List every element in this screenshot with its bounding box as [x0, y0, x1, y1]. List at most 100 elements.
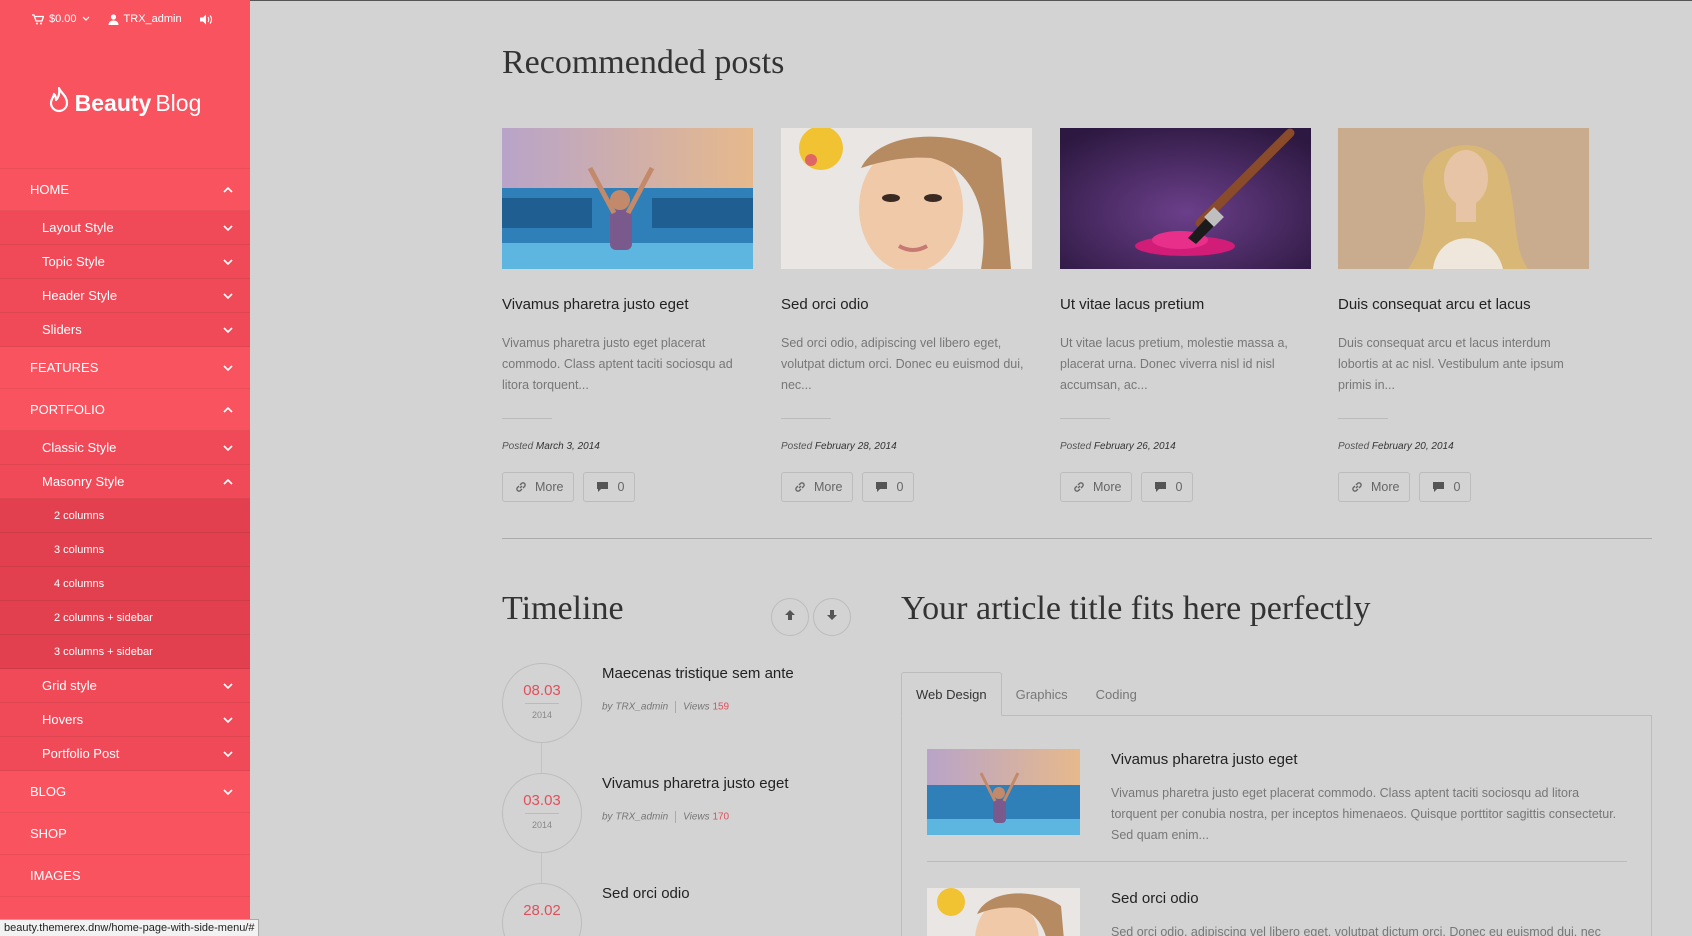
submenu-item-3-columns[interactable]: 3 columns: [0, 533, 250, 567]
cart-link[interactable]: $0.00: [32, 13, 90, 25]
site-logo[interactable]: Beauty Blog: [0, 38, 250, 168]
post-date[interactable]: February 26, 2014: [1094, 441, 1176, 452]
submenu-item-header-style[interactable]: Header Style: [0, 279, 250, 313]
post-buttons: More 0: [502, 472, 753, 502]
link-icon: [1073, 481, 1085, 493]
menu-item-features[interactable]: FEATURES: [0, 347, 250, 389]
post-title[interactable]: Duis consequat arcu et lacus: [1338, 296, 1589, 313]
chevron-down-icon: [222, 442, 234, 454]
timeline-meta: by TRX_admin Views 170: [602, 811, 729, 823]
post-title[interactable]: Sed orci odio: [781, 296, 1032, 313]
post-separator: [1338, 418, 1388, 419]
menu-label: SHOP: [30, 826, 67, 841]
chevron-down-icon: [222, 748, 234, 760]
menu-item-portfolio[interactable]: PORTFOLIO: [0, 389, 250, 431]
article-thumbnail[interactable]: [927, 749, 1080, 835]
top-border: [250, 0, 1692, 1]
post-date[interactable]: March 3, 2014: [536, 441, 600, 452]
post-meta: Posted February 28, 2014: [781, 441, 1032, 452]
menu-item-shop[interactable]: SHOP: [0, 813, 250, 855]
comments-button[interactable]: 0: [1141, 472, 1194, 502]
menu-label: 4 columns: [54, 577, 105, 590]
submenu-item-portfolio-post[interactable]: Portfolio Post: [0, 737, 250, 771]
status-bar-url: beauty.themerex.dnw/home-page-with-side-…: [0, 919, 260, 936]
submenu-item-4-columns[interactable]: 4 columns: [0, 567, 250, 601]
cart-icon: [32, 13, 44, 25]
submenu-item-classic-style[interactable]: Classic Style: [0, 431, 250, 465]
post-thumbnail[interactable]: [1338, 128, 1589, 269]
menu-item-blog[interactable]: BLOG: [0, 771, 250, 813]
tab-graphics[interactable]: Graphics: [1002, 672, 1082, 716]
post-thumbnail[interactable]: [781, 126, 1032, 272]
timeline-up-button[interactable]: [771, 598, 809, 636]
timeline-down-button[interactable]: [813, 598, 851, 636]
article-thumbnail[interactable]: [927, 888, 1080, 936]
more-button[interactable]: More: [1060, 472, 1133, 502]
timeline-title[interactable]: Maecenas tristique sem ante: [602, 665, 794, 682]
more-button[interactable]: More: [781, 472, 854, 502]
comments-button[interactable]: 0: [583, 472, 636, 502]
views-label: Views: [683, 811, 710, 823]
more-label: More: [1093, 480, 1122, 494]
menu-label: HOME: [30, 182, 69, 197]
article-title[interactable]: Vivamus pharetra justo eget: [1111, 751, 1298, 768]
submenu-item-grid-style[interactable]: Grid style: [0, 669, 250, 703]
meta-divider: [675, 701, 677, 713]
submenu-item-2-columns-sidebar[interactable]: 2 columns + sidebar: [0, 601, 250, 635]
more-label: More: [814, 480, 843, 494]
article-excerpt: Vivamus pharetra justo eget placerat com…: [1111, 786, 1617, 842]
sidebar-topbar: $0.00 TRX_admin: [0, 0, 250, 38]
chevron-down-icon: [222, 290, 234, 302]
comments-button[interactable]: 0: [862, 472, 915, 502]
post-title[interactable]: Ut vitae lacus pretium: [1060, 296, 1311, 313]
post-excerpt: Ut vitae lacus pretium, molestie massa a…: [1060, 336, 1288, 392]
submenu-item-hovers[interactable]: Hovers: [0, 703, 250, 737]
menu-label: FEATURES: [30, 360, 99, 375]
views-label: Views: [683, 701, 710, 713]
posted-label: Posted: [502, 441, 534, 452]
submenu-item-layout-style[interactable]: Layout Style: [0, 211, 250, 245]
post-date[interactable]: February 20, 2014: [1372, 441, 1454, 452]
menu-label: 3 columns: [54, 543, 105, 556]
submenu-item-masonry-style[interactable]: Masonry Style: [0, 465, 250, 499]
comment-count: 0: [1453, 480, 1461, 494]
sound-toggle[interactable]: [199, 14, 213, 25]
timeline-title[interactable]: Sed orci odio: [602, 885, 690, 902]
tab-coding[interactable]: Coding: [1082, 672, 1151, 716]
submenu-item-3-columns-sidebar[interactable]: 3 columns + sidebar: [0, 635, 250, 669]
tab-web-design[interactable]: Web Design: [901, 672, 1002, 716]
menu-label: Topic Style: [42, 254, 105, 269]
more-button[interactable]: More: [502, 472, 575, 502]
article-title[interactable]: Sed orci odio: [1111, 890, 1199, 907]
timeline-day: 28.02: [523, 902, 561, 919]
timeline-author[interactable]: TRX_admin: [615, 812, 668, 823]
more-label: More: [1371, 480, 1400, 494]
menu-label: PORTFOLIO: [30, 402, 105, 417]
menu-item-images[interactable]: IMAGES: [0, 855, 250, 897]
comments-button[interactable]: 0: [1419, 472, 1472, 502]
post-title[interactable]: Vivamus pharetra justo eget: [502, 296, 753, 313]
user-link[interactable]: TRX_admin: [108, 13, 182, 25]
badge-divider: [525, 703, 559, 704]
post-thumbnail[interactable]: [502, 128, 753, 269]
post-thumbnail[interactable]: [1060, 128, 1311, 269]
chevron-down-icon: [222, 680, 234, 692]
recommended-post: Sed orci odio Sed orci odio, adipiscing …: [781, 126, 1032, 502]
timeline-title[interactable]: Vivamus pharetra justo eget: [602, 775, 789, 792]
post-date[interactable]: February 28, 2014: [815, 441, 897, 452]
chevron-down-icon: [222, 362, 234, 374]
menu-item-home[interactable]: HOME: [0, 169, 250, 211]
menu-label: Portfolio Post: [42, 746, 120, 761]
side-menu: $0.00 TRX_admin Beauty Blog HOME Layout …: [0, 0, 250, 936]
link-icon: [515, 481, 527, 493]
more-label: More: [535, 480, 564, 494]
submenu-item-2-columns[interactable]: 2 columns: [0, 499, 250, 533]
chevron-down-icon: [222, 222, 234, 234]
more-button[interactable]: More: [1338, 472, 1411, 502]
post-meta: Posted February 20, 2014: [1338, 441, 1589, 452]
submenu-item-sliders[interactable]: Sliders: [0, 313, 250, 347]
submenu-item-topic-style[interactable]: Topic Style: [0, 245, 250, 279]
timeline-author[interactable]: TRX_admin: [615, 702, 668, 713]
post-meta: Posted March 3, 2014: [502, 441, 753, 452]
article-tabs: Web Design Graphics Coding: [901, 672, 1151, 716]
